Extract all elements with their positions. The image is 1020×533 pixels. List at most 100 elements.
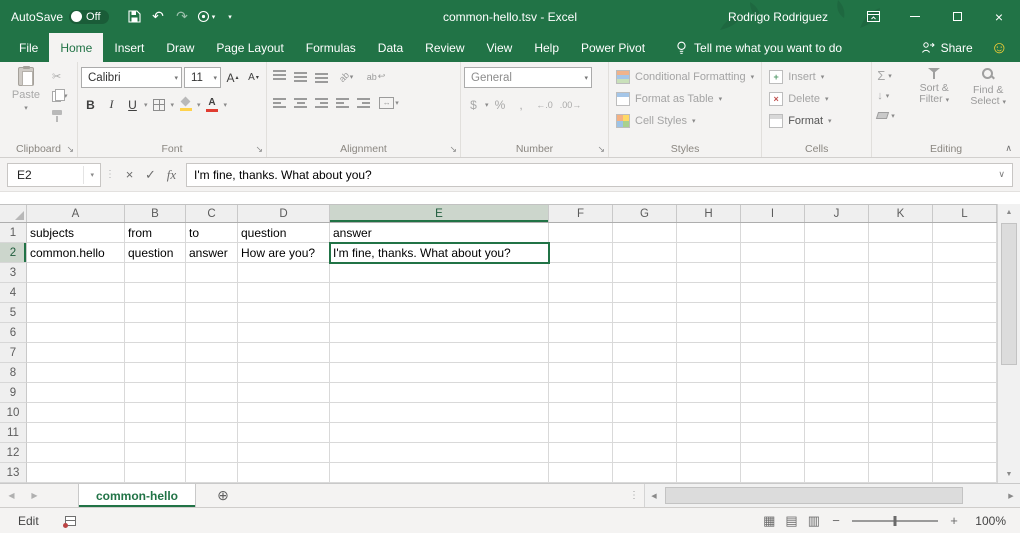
delete-cells-button[interactable]: ×Delete▾ [765,88,868,109]
copy-button[interactable]: ▾ [50,88,70,104]
cell-G12[interactable] [613,443,677,463]
cell-J6[interactable] [805,323,869,343]
cell-J11[interactable] [805,423,869,443]
number-dialog-launcher[interactable]: ↘ [597,145,605,154]
row-header-9[interactable]: 9 [0,383,27,403]
scroll-down-button[interactable]: ▼ [998,466,1020,483]
zoom-slider[interactable] [852,520,938,522]
cell-D10[interactable] [238,403,330,423]
cell-C13[interactable] [186,463,238,483]
cell-G11[interactable] [613,423,677,443]
zoom-level[interactable]: 100% [970,514,1006,528]
cell-C2[interactable]: answer [186,243,238,263]
cell-L9[interactable] [933,383,997,403]
cell-J10[interactable] [805,403,869,423]
orientation-button[interactable]: ab▾ [333,67,359,86]
cell-E6[interactable] [330,323,549,343]
cell-C1[interactable]: to [186,223,238,243]
cell-L5[interactable] [933,303,997,323]
cell-F7[interactable] [549,343,613,363]
cell-G5[interactable] [613,303,677,323]
cell-C4[interactable] [186,283,238,303]
tab-file[interactable]: File [8,33,49,62]
format-as-table-button[interactable]: Format as Table▾ [612,88,758,109]
cell-E11[interactable] [330,423,549,443]
font-color-button[interactable]: A [203,95,222,114]
column-header-J[interactable]: J [805,205,869,222]
cell-A9[interactable] [27,383,125,403]
column-header-B[interactable]: B [125,205,186,222]
cell-A12[interactable] [27,443,125,463]
cell-B13[interactable] [125,463,186,483]
insert-cells-button[interactable]: +Insert▾ [765,66,868,87]
cell-L10[interactable] [933,403,997,423]
column-header-L[interactable]: L [933,205,997,222]
cell-F5[interactable] [549,303,613,323]
cell-G8[interactable] [613,363,677,383]
formula-bar-expand-button[interactable]: ∨ [992,169,1005,180]
cell-D2[interactable]: How are you? [238,243,330,263]
cell-H8[interactable] [677,363,741,383]
cell-A8[interactable] [27,363,125,383]
new-sheet-button[interactable]: ⊕ [210,484,236,507]
cell-F3[interactable] [549,263,613,283]
align-center-button[interactable] [291,93,310,112]
cell-C12[interactable] [186,443,238,463]
row-header-12[interactable]: 12 [0,443,27,463]
cell-G10[interactable] [613,403,677,423]
share-button[interactable]: Share [921,33,973,62]
cell-K12[interactable] [869,443,933,463]
cell-B6[interactable] [125,323,186,343]
cell-C11[interactable] [186,423,238,443]
row-header-11[interactable]: 11 [0,423,27,443]
cell-E13[interactable] [330,463,549,483]
cell-F11[interactable] [549,423,613,443]
column-header-D[interactable]: D [238,205,330,222]
cell-F6[interactable] [549,323,613,343]
cell-G4[interactable] [613,283,677,303]
borders-button[interactable] [150,95,169,114]
cell-C7[interactable] [186,343,238,363]
tab-insert[interactable]: Insert [103,33,155,62]
tab-splitter-handle[interactable]: ⋮ [624,484,644,507]
cell-D11[interactable] [238,423,330,443]
column-header-C[interactable]: C [186,205,238,222]
cell-A10[interactable] [27,403,125,423]
row-header-6[interactable]: 6 [0,323,27,343]
normal-view-button[interactable]: ▦ [763,513,775,529]
cell-L7[interactable] [933,343,997,363]
align-right-button[interactable] [312,93,331,112]
cell-D3[interactable] [238,263,330,283]
formula-input[interactable]: I'm fine, thanks. What about you? ∨ [186,163,1013,187]
column-header-K[interactable]: K [869,205,933,222]
align-middle-button[interactable] [291,67,310,86]
sheet-tab-common-hello[interactable]: common-hello [78,484,196,507]
cell-H10[interactable] [677,403,741,423]
increase-indent-button[interactable] [354,93,373,112]
enter-button[interactable]: ✓ [140,163,161,187]
horizontal-scroll-thumb[interactable] [665,487,963,504]
cell-L3[interactable] [933,263,997,283]
column-header-E[interactable]: E [330,205,549,222]
cell-I12[interactable] [741,443,805,463]
horizontal-scroll-track[interactable] [663,484,1002,507]
cell-I5[interactable] [741,303,805,323]
page-break-view-button[interactable]: ▥ [808,513,820,529]
tab-formulas[interactable]: Formulas [295,33,367,62]
cell-J13[interactable] [805,463,869,483]
cell-F12[interactable] [549,443,613,463]
cell-L6[interactable] [933,323,997,343]
cell-B9[interactable] [125,383,186,403]
cell-J2[interactable] [805,243,869,263]
cell-J8[interactable] [805,363,869,383]
cell-C8[interactable] [186,363,238,383]
bold-button[interactable]: B [81,95,100,114]
align-left-button[interactable] [270,93,289,112]
name-box-dropdown[interactable]: ▾ [83,166,96,184]
font-size-combo[interactable]: 11▾ [184,67,221,88]
comma-style-button[interactable]: , [512,95,531,114]
cell-I9[interactable] [741,383,805,403]
cell-F2[interactable] [549,243,613,263]
cell-G13[interactable] [613,463,677,483]
macro-record-button[interactable] [65,516,76,526]
